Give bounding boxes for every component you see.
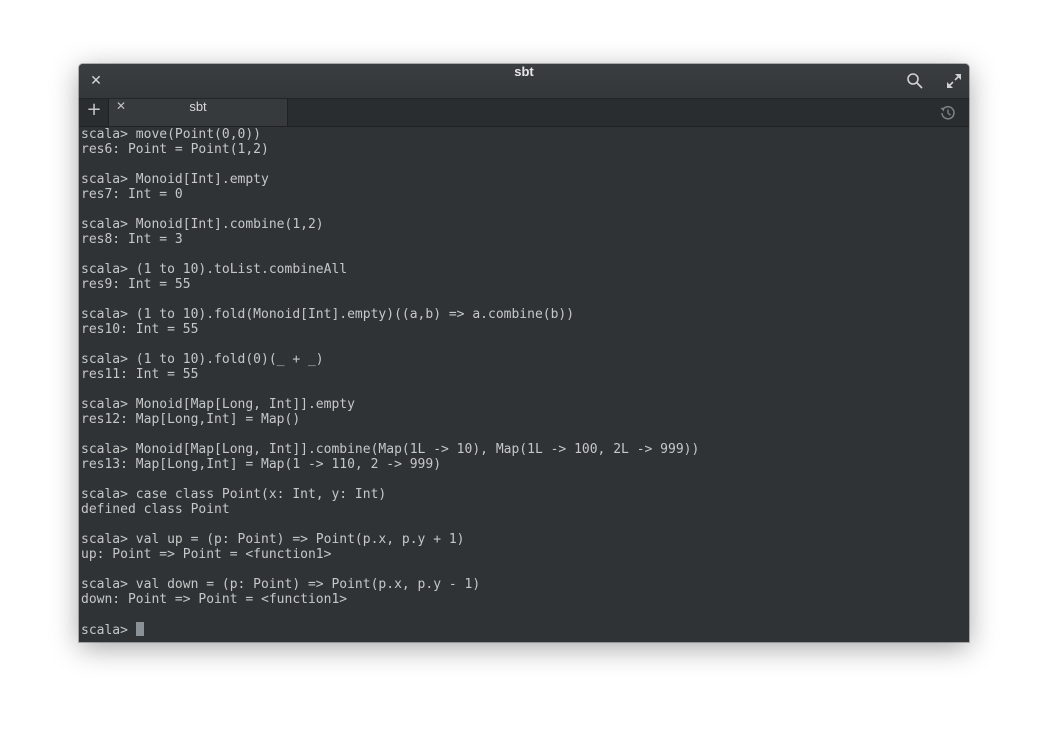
terminal-line: res6: Point = Point(1,2) <box>81 142 269 157</box>
terminal-line: defined class Point <box>81 502 230 517</box>
search-icon <box>907 73 923 89</box>
terminal-line: res13: Map[Long,Int] = Map(1 -> 110, 2 -… <box>81 457 442 472</box>
terminal-line: scala> (1 to 10).fold(0)(_ + _) <box>81 352 324 367</box>
terminal-line: res11: Int = 55 <box>81 367 199 382</box>
terminal-line: scala> Monoid[Int].combine(1,2) <box>81 217 324 232</box>
terminal-line: down: Point => Point = <function1> <box>81 592 348 607</box>
search-button[interactable] <box>906 72 924 90</box>
tab-bar: + ✕ sbt <box>79 99 969 127</box>
tab-sbt[interactable]: ✕ sbt <box>108 99 288 126</box>
maximize-button[interactable] <box>945 72 963 90</box>
terminal-line: scala> Monoid[Map[Long, Int]].empty <box>81 397 355 412</box>
terminal-line: scala> val up = (p: Point) => Point(p.x,… <box>81 532 465 547</box>
terminal-line: scala> Monoid[Map[Long, Int]].combine(Ma… <box>81 442 700 457</box>
terminal-line: scala> (1 to 10).fold(Monoid[Int].empty)… <box>81 307 575 322</box>
text-cursor <box>135 622 144 636</box>
maximize-icon <box>947 74 961 88</box>
terminal-line: res10: Int = 55 <box>81 322 199 337</box>
terminal-line: up: Point => Point = <function1> <box>81 547 332 562</box>
terminal-line: scala> move(Point(0,0)) <box>81 127 262 142</box>
terminal-line: res7: Int = 0 <box>81 187 183 202</box>
history-button[interactable] <box>939 104 957 122</box>
terminal-output[interactable]: scala> move(Point(0,0)) res6: Point = Po… <box>79 127 969 642</box>
new-tab-button[interactable]: + <box>83 99 105 126</box>
terminal-line: scala> case class Point(x: Int, y: Int) <box>81 487 387 502</box>
tab-close-button[interactable]: ✕ <box>113 99 129 126</box>
close-icon: ✕ <box>115 99 127 113</box>
terminal-line: res8: Int = 3 <box>81 232 183 247</box>
prompt-line[interactable]: scala> <box>79 622 969 638</box>
terminal-line: res12: Map[Long,Int] = Map() <box>81 412 301 427</box>
terminal-line: res9: Int = 55 <box>81 277 191 292</box>
prompt-text: scala> <box>81 623 136 638</box>
terminal-window: ✕ sbt + ✕ sbt scala> move(Point(0,0)) re… <box>79 64 969 642</box>
window-title: sbt <box>514 64 534 79</box>
terminal-line: scala> Monoid[Int].empty <box>81 172 269 187</box>
plus-icon: + <box>86 99 102 120</box>
title-bar: ✕ sbt <box>79 64 969 99</box>
tab-label: sbt <box>189 99 207 114</box>
history-icon <box>940 106 955 120</box>
terminal-line: scala> val down = (p: Point) => Point(p.… <box>81 577 481 592</box>
terminal-line: scala> (1 to 10).toList.combineAll <box>81 262 348 277</box>
